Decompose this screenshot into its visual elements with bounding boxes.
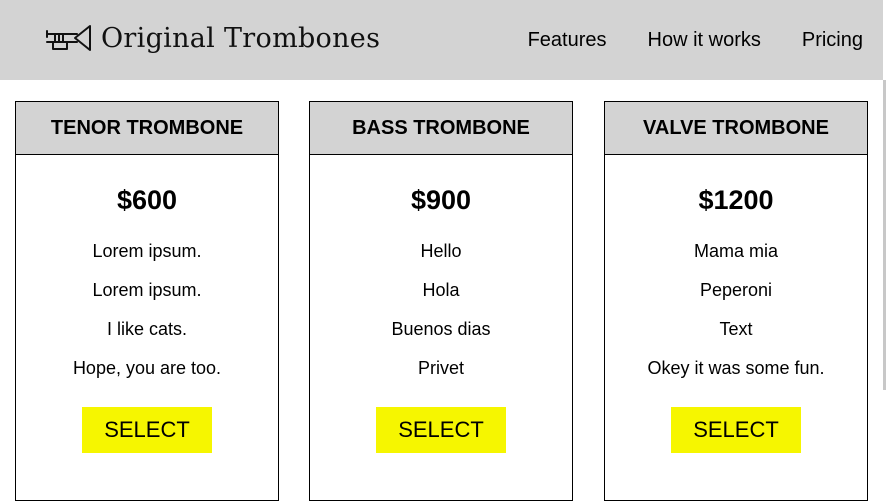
select-button-valve[interactable]: SELECT [671,407,801,453]
plan-price: $900 [410,185,472,215]
plan-title: VALVE TROMBONE [643,116,829,139]
plan-price: $600 [116,185,178,215]
plan-features: Mama mia Peperoni Text Okey it was some … [605,234,867,390]
brand-logo[interactable]: Original Trombones [45,22,380,54]
plan-header: VALVE TROMBONE [605,102,867,155]
nav-link-features[interactable]: Features [528,29,607,52]
plan-card-valve: VALVE TROMBONE $1200 Mama mia Peperoni T… [604,101,868,501]
plan-feature: Privet [417,358,464,378]
plan-feature: Hope, you are too. [72,358,222,378]
page-header: Original Trombones Features How it works… [0,0,883,80]
plan-price: $1200 [698,185,774,215]
nav-link-pricing[interactable]: Pricing [802,29,863,52]
plan-title: BASS TROMBONE [352,116,530,139]
plan-features: Lorem ipsum. Lorem ipsum. I like cats. H… [16,234,278,390]
plan-card-bass: BASS TROMBONE $900 Hello Hola Buenos dia… [309,101,573,501]
plan-feature: Hola [422,280,460,300]
plan-header: TENOR TROMBONE [16,102,278,155]
plan-features: Hello Hola Buenos dias Privet [310,234,572,390]
plan-feature: Hello [420,241,462,261]
plan-feature: Peperoni [699,280,773,300]
plan-feature: Lorem ipsum. [92,241,202,261]
plan-feature: I like cats. [106,319,188,339]
trombone-icon [46,25,91,51]
plan-feature: Buenos dias [391,319,491,339]
plan-feature: Okey it was some fun. [647,358,825,378]
nav-link-how-it-works[interactable]: How it works [648,29,761,52]
brand-name: Original Trombones [101,22,381,54]
plan-feature: Lorem ipsum. [92,280,202,300]
select-button-bass[interactable]: SELECT [376,407,506,453]
plan-card-tenor: TENOR TROMBONE $600 Lorem ipsum. Lorem i… [15,101,279,501]
plan-feature: Mama mia [693,241,778,261]
plan-feature: Text [719,319,753,339]
main-nav: Features How it works Pricing [487,29,863,52]
plan-header: BASS TROMBONE [310,102,572,155]
select-button-tenor[interactable]: SELECT [82,407,212,453]
plan-title: TENOR TROMBONE [50,116,244,139]
